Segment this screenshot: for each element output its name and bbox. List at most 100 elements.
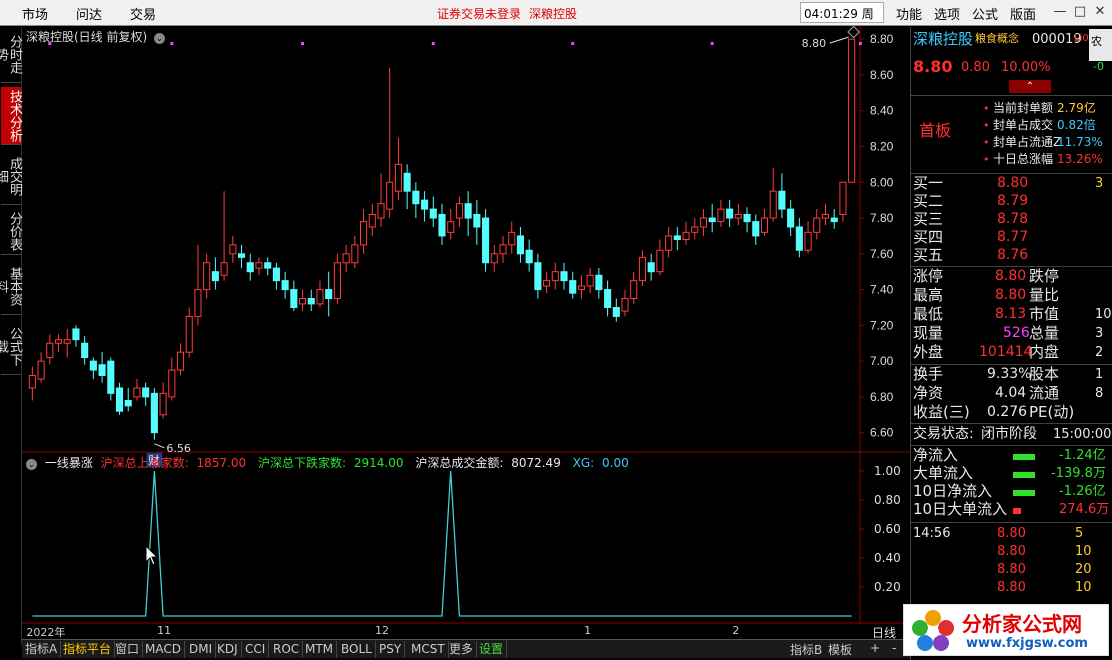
candle-body bbox=[447, 221, 455, 233]
menu-options[interactable]: 选项 bbox=[934, 4, 960, 23]
tab-template[interactable]: 模板 bbox=[828, 641, 852, 658]
candle-body bbox=[595, 274, 603, 291]
zoom-in-button[interactable]: + bbox=[870, 641, 880, 655]
tick-row-vol: 10 bbox=[1075, 544, 1092, 559]
candle-body bbox=[246, 262, 254, 273]
indicator-tab[interactable]: PSY bbox=[376, 641, 406, 658]
indicator-tab[interactable]: DMI bbox=[186, 641, 217, 658]
zoom-out-button[interactable]: - bbox=[892, 641, 896, 655]
tab-indicator-b[interactable]: 指标B bbox=[790, 641, 822, 658]
stat-row-label: 外盘 bbox=[913, 343, 944, 361]
candle-body bbox=[839, 181, 847, 215]
indicator-name[interactable]: 一线暴涨 bbox=[45, 456, 93, 470]
close-icon[interactable]: ✕ bbox=[1090, 2, 1110, 22]
indicator-tab[interactable]: 窗口 bbox=[112, 641, 144, 658]
kline-chart[interactable]: 8.80 8.60 8.40 8.20 8.00 7.80 7.60 7.40 7.20 7.00… bbox=[22, 26, 910, 624]
stat2-row-label2: 流通 bbox=[1029, 384, 1060, 402]
indicator-tab[interactable]: 指标平台 bbox=[60, 641, 116, 658]
bid-row-price: 8.76 bbox=[997, 247, 1029, 263]
bid-row-vol: 3 bbox=[1095, 176, 1104, 191]
high-marker-line bbox=[829, 36, 849, 44]
candle-body bbox=[508, 231, 516, 246]
stat2-row-label2: 股本 bbox=[1029, 365, 1060, 383]
candle-body bbox=[72, 328, 80, 341]
indicator-tab[interactable]: MCST bbox=[408, 641, 449, 658]
panel-concept[interactable]: 粮食概念 bbox=[975, 29, 1019, 48]
low-marker-line bbox=[154, 443, 165, 449]
menu-function[interactable]: 功能 bbox=[896, 4, 922, 23]
candle-body bbox=[281, 280, 289, 291]
tick-row-vol: 10 bbox=[1075, 580, 1092, 595]
collapse-arrow-icon[interactable]: ⌃ bbox=[1009, 80, 1051, 93]
indicator-tab[interactable]: CCI bbox=[242, 641, 270, 658]
menu-wenda[interactable]: 问达 bbox=[76, 4, 102, 23]
indicator-tab[interactable]: 更多 bbox=[446, 641, 478, 658]
stat-row-value: 8.13 bbox=[995, 306, 1027, 322]
menu-formula[interactable]: 公式 bbox=[972, 4, 998, 23]
candle-body bbox=[377, 203, 385, 219]
stat2-row-value: 4.04 bbox=[995, 385, 1027, 401]
indicator-tab[interactable]: KDJ bbox=[214, 641, 242, 658]
indicator-tab[interactable]: ROC bbox=[270, 641, 304, 658]
event-marker bbox=[710, 42, 714, 45]
maximize-icon[interactable]: □ bbox=[1070, 2, 1090, 22]
candle-body bbox=[264, 262, 272, 269]
flow-row-value: -1.24亿 bbox=[1059, 448, 1106, 463]
tick-row-vol: 5 bbox=[1075, 526, 1084, 541]
candle-body bbox=[569, 280, 577, 294]
quote-panel: 深粮控股 粮食概念 000019 Li0 农 8.80 0.80 10.00% … bbox=[910, 27, 1112, 660]
tab-formula-download[interactable]: 公式下载 bbox=[0, 319, 22, 375]
menu-layout[interactable]: 版面 bbox=[1010, 4, 1036, 23]
candle-body bbox=[360, 221, 368, 246]
price-label: 7.60 bbox=[870, 247, 894, 261]
indicator-tab[interactable]: 设置 bbox=[476, 641, 508, 658]
candle-body bbox=[211, 271, 219, 282]
candle-body bbox=[717, 208, 725, 223]
candle-body bbox=[612, 306, 620, 317]
chevron-down-icon[interactable]: ⌄ bbox=[154, 33, 166, 44]
minimize-icon[interactable]: — bbox=[1050, 2, 1070, 22]
candle-body bbox=[795, 226, 803, 251]
indicator-scale-label: 0.60 bbox=[874, 522, 901, 536]
date-label: 1 bbox=[584, 624, 592, 637]
indicator-tab[interactable]: MACD bbox=[142, 641, 185, 658]
date-label: 2022年 bbox=[26, 626, 66, 639]
indicator-tab[interactable]: 指标A bbox=[22, 641, 62, 658]
tab-intraday[interactable]: 分时走势 bbox=[0, 27, 22, 83]
stock-name-link[interactable]: 深粮控股 bbox=[529, 5, 577, 22]
stat-row-value2: 10 bbox=[1095, 307, 1112, 322]
flow-row-value: -139.8万 bbox=[1051, 466, 1106, 481]
menu-market[interactable]: 市场 bbox=[22, 4, 48, 23]
candle-body bbox=[499, 244, 507, 255]
seal-row-label: 十日总涨幅 bbox=[993, 152, 1054, 166]
candle-body bbox=[699, 217, 708, 228]
indicator-tab[interactable]: BOLL bbox=[338, 641, 376, 658]
candle-body bbox=[133, 387, 141, 398]
candle-body bbox=[830, 217, 838, 223]
candle-body bbox=[482, 217, 490, 264]
login-notice[interactable]: 证券交易未登录 bbox=[437, 5, 521, 22]
indicator-tab[interactable]: MTM bbox=[302, 641, 338, 658]
period-label[interactable]: 日线 bbox=[872, 624, 896, 641]
chevron-down-icon[interactable]: ⌄ bbox=[26, 459, 37, 470]
stat-row-label: 最低 bbox=[913, 305, 944, 323]
tab-fundamentals[interactable]: 基本资料 bbox=[0, 259, 22, 315]
stat-row-value: 8.80 bbox=[995, 268, 1027, 284]
candle-body bbox=[708, 217, 716, 223]
event-marker bbox=[301, 42, 305, 45]
candle-body bbox=[28, 374, 36, 389]
date-label: 2 bbox=[732, 624, 740, 637]
candle-body bbox=[386, 181, 394, 210]
candle-body bbox=[760, 217, 769, 233]
flow-row-label: 净流入 bbox=[913, 446, 959, 464]
candle-body bbox=[848, 38, 856, 183]
candle-body bbox=[107, 360, 115, 394]
menu-trade[interactable]: 交易 bbox=[130, 4, 156, 23]
tab-technical[interactable]: 技术分析 bbox=[1, 87, 22, 145]
tab-trades[interactable]: 成交明细 bbox=[0, 149, 22, 205]
bid-row-label: 买一 bbox=[913, 174, 944, 192]
indicator-scale-label: 1.00 bbox=[874, 464, 901, 478]
flower-logo-icon bbox=[912, 610, 954, 651]
mouse-cursor-icon bbox=[145, 544, 159, 566]
tab-price-table[interactable]: 分价表 bbox=[1, 209, 22, 255]
